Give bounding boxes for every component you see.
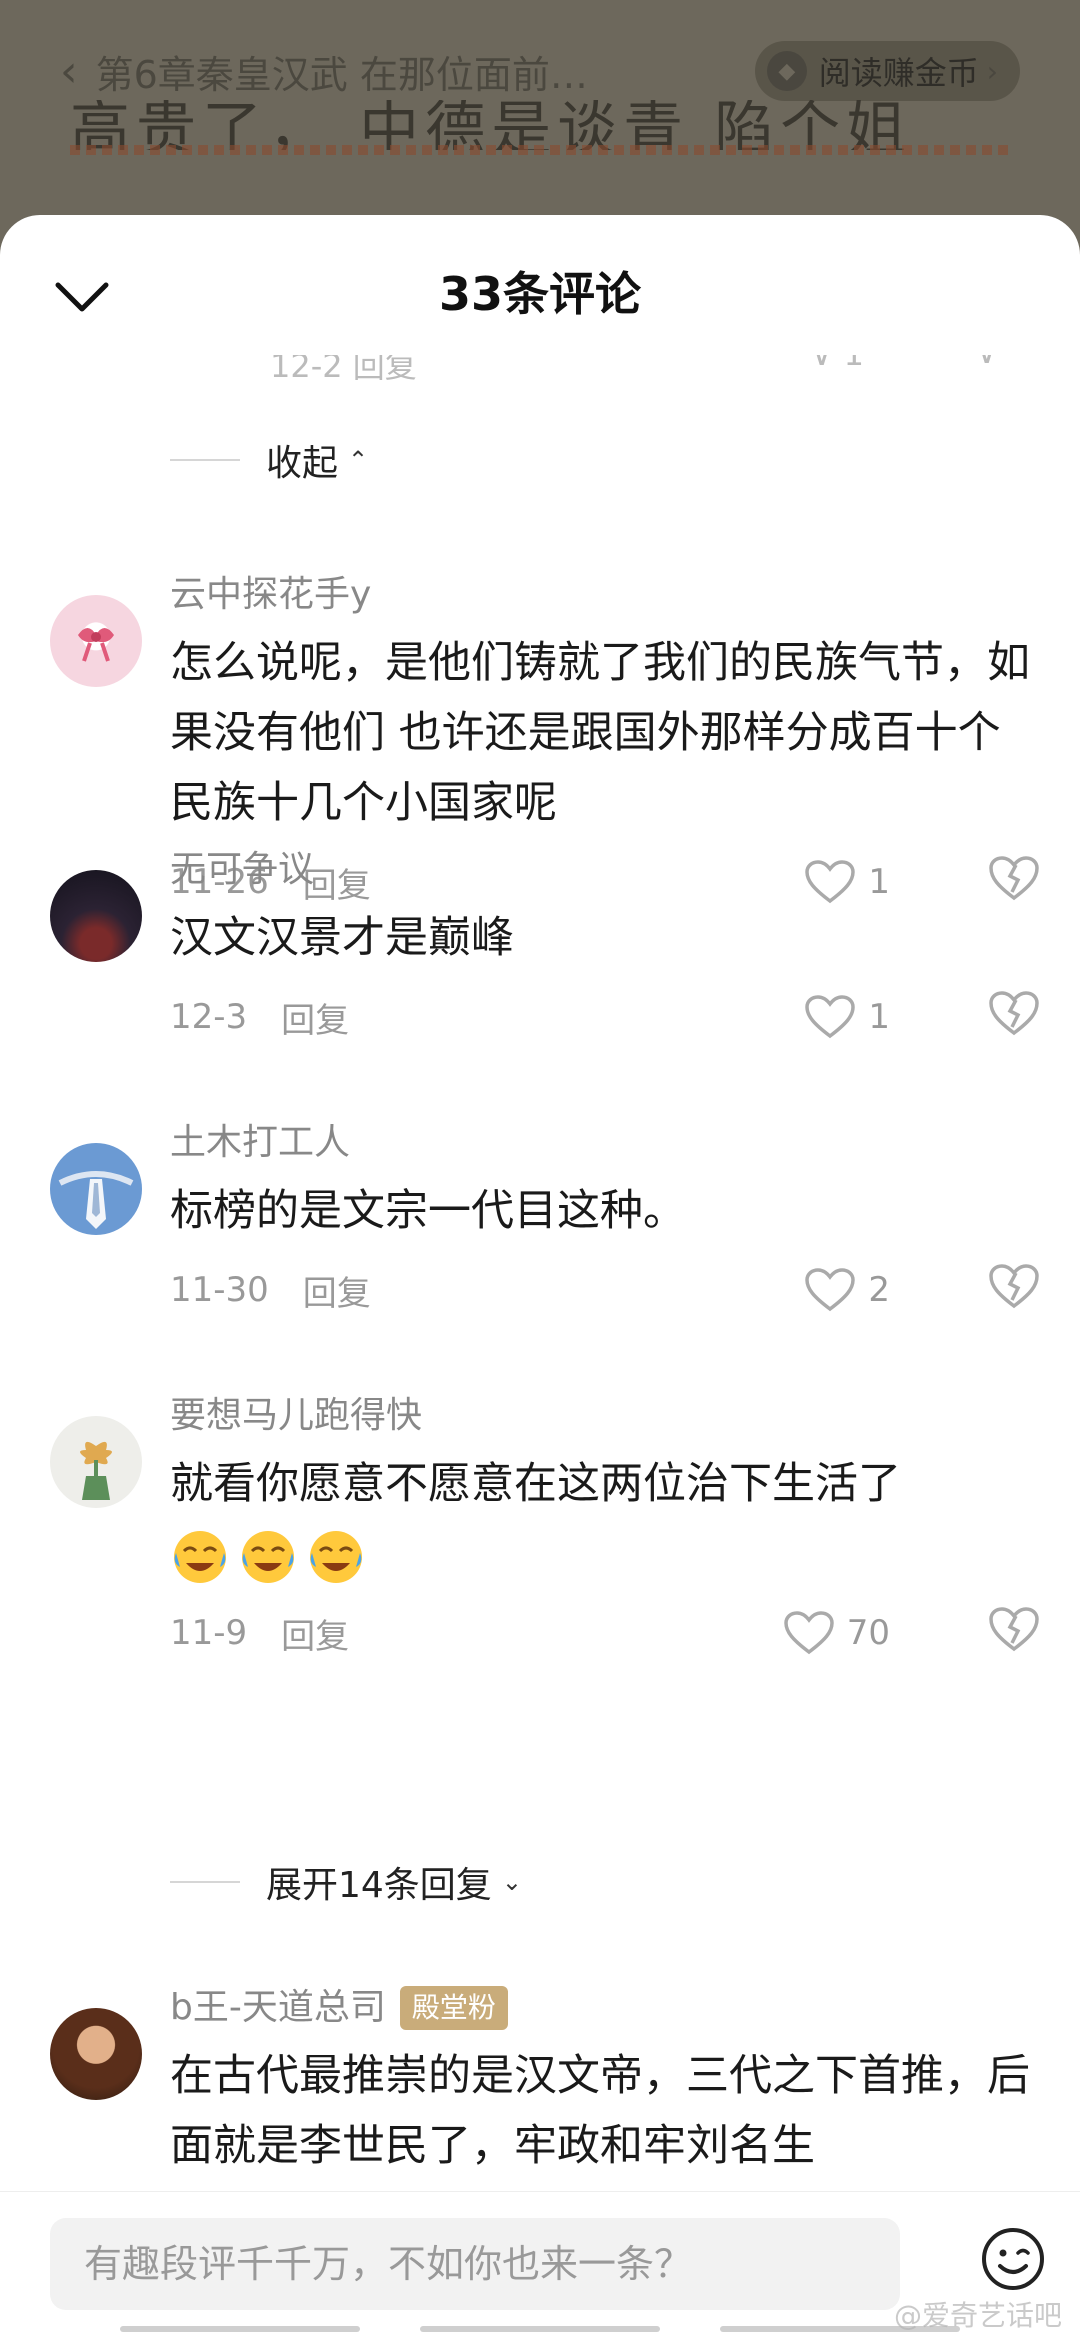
comments-title: 33条评论 xyxy=(438,267,641,321)
broken-heart-icon[interactable] xyxy=(988,989,1040,1037)
emoji-icon[interactable] xyxy=(980,2226,1046,2292)
partial-like-icon: ∨ 1 xyxy=(810,355,864,373)
avatar[interactable] xyxy=(50,870,142,962)
back-icon[interactable]: ‹ xyxy=(60,46,78,97)
heart-icon xyxy=(783,1611,834,1655)
comment-username-row: b王-天道总司 殿堂粉 xyxy=(170,1983,1040,2033)
comment-username[interactable]: 无可争议 xyxy=(170,845,1040,895)
comment-text: 怎么说呢，是他们铸就了我们的民族气节，如果没有他们 也许还是跟国外那样分成百十个… xyxy=(170,638,1030,828)
comment-date: 11-30 xyxy=(170,1270,269,1310)
like-button[interactable]: 2 xyxy=(804,1260,890,1320)
reply-button[interactable]: 回复 xyxy=(281,993,349,1042)
collapse-label: 收起 xyxy=(266,443,339,484)
comment-date: 12-3 xyxy=(170,997,248,1037)
comment-username[interactable]: 云中探花手y xyxy=(170,570,1040,620)
reader-topbar: ‹ 第6章秦皇汉武 在那位面前… ◆ 阅读赚金币 › xyxy=(60,36,1020,106)
laugh-cry-emoji-icon xyxy=(242,1530,294,1583)
comment-input[interactable] xyxy=(50,2218,900,2310)
heart-icon xyxy=(805,1268,856,1312)
avatar[interactable] xyxy=(50,2008,142,2100)
fan-badge[interactable]: 殿堂粉 xyxy=(399,1986,508,2030)
partial-comment-meta: 12-2 回复 ∨ 1 ∨ xyxy=(0,355,1080,395)
comment-meta: 11-30 回复 2 xyxy=(170,1260,1040,1320)
comment-username[interactable]: b王-天道总司 xyxy=(170,1983,386,2033)
avatar[interactable] xyxy=(50,595,142,687)
comments-sheet: 33条评论 12-2 回复 ∨ 1 ∨ 收起 ⌃ 云中探花手y 怎么说呢，是他们… xyxy=(0,215,1080,2340)
avatar[interactable] xyxy=(50,1416,142,1508)
chevron-right-icon: › xyxy=(986,54,998,88)
comment-text-content: 就看你愿意不愿意在这两位治下生活了 xyxy=(170,1459,901,1509)
comment-meta: 12-3 回复 1 xyxy=(170,987,1040,1047)
comment-input-bar: @爱奇艺话吧 xyxy=(0,2191,1080,2340)
like-button[interactable]: 1 xyxy=(804,987,890,1047)
like-count: 1 xyxy=(868,997,890,1037)
sheet-header: 33条评论 xyxy=(0,215,1080,375)
chapter-title[interactable]: 第6章秦皇汉武 在那位面前… xyxy=(96,44,656,99)
chevron-down-icon[interactable] xyxy=(52,275,112,319)
comment-text: 在古代最推崇的是汉文帝，三代之下首推，后面就是李世民了，牢政和牢刘名生 xyxy=(170,2051,1030,2171)
earn-coins-label: 阅读赚金币 xyxy=(818,54,979,92)
like-button[interactable]: 70 xyxy=(783,1603,890,1663)
collapse-replies-button[interactable]: 收起 ⌃ xyxy=(170,430,368,490)
reader-body-text: 高贵了， 中德是谈青 陷个姐 xyxy=(70,100,913,150)
divider-line xyxy=(170,459,240,461)
comment-text: 汉文汉景才是巅峰 xyxy=(170,913,514,963)
reply-button[interactable]: 回复 xyxy=(281,1609,349,1658)
reply-button[interactable]: 回复 xyxy=(303,1266,371,1315)
earn-coins-button[interactable]: ◆ 阅读赚金币 › xyxy=(754,41,1020,101)
expand-label: 展开14条回复 xyxy=(266,1865,492,1906)
chevron-up-icon: ⌃ xyxy=(348,446,369,474)
comment-username[interactable]: 要想马儿跑得快 xyxy=(170,1391,1040,1441)
broken-heart-icon[interactable] xyxy=(988,1262,1040,1310)
divider-line xyxy=(170,1881,240,1883)
avatar[interactable] xyxy=(50,1143,142,1235)
partial-reply: 回复 xyxy=(352,355,417,385)
heart-icon xyxy=(805,995,856,1039)
comment-text: 就看你愿意不愿意在这两位治下生活了 xyxy=(170,1449,1040,1589)
chevron-down-small-icon: ⌄ xyxy=(501,1868,522,1896)
like-count: 2 xyxy=(868,1270,890,1310)
comment-meta: 11-9 回复 70 xyxy=(170,1603,1040,1663)
broken-heart-icon[interactable] xyxy=(988,1605,1040,1653)
home-indicator xyxy=(120,2326,960,2334)
comment-username[interactable]: 土木打工人 xyxy=(170,1118,1040,1168)
expand-replies-button[interactable]: 展开14条回复 ⌄ xyxy=(170,1852,522,1912)
partial-dislike-icon: ∨ xyxy=(975,355,998,371)
wavy-underline xyxy=(70,145,1010,155)
comment-text: 标榜的是文宗一代目这种。 xyxy=(170,1186,686,1236)
comment-date: 11-9 xyxy=(170,1613,248,1653)
laugh-cry-emoji-icon xyxy=(310,1530,362,1583)
laugh-cry-emoji-icon xyxy=(174,1530,226,1583)
partial-date: 12-2 xyxy=(270,355,343,385)
coin-icon: ◆ xyxy=(766,51,807,91)
like-count: 70 xyxy=(846,1613,890,1653)
watermark: @爱奇艺话吧 xyxy=(893,2299,1062,2332)
